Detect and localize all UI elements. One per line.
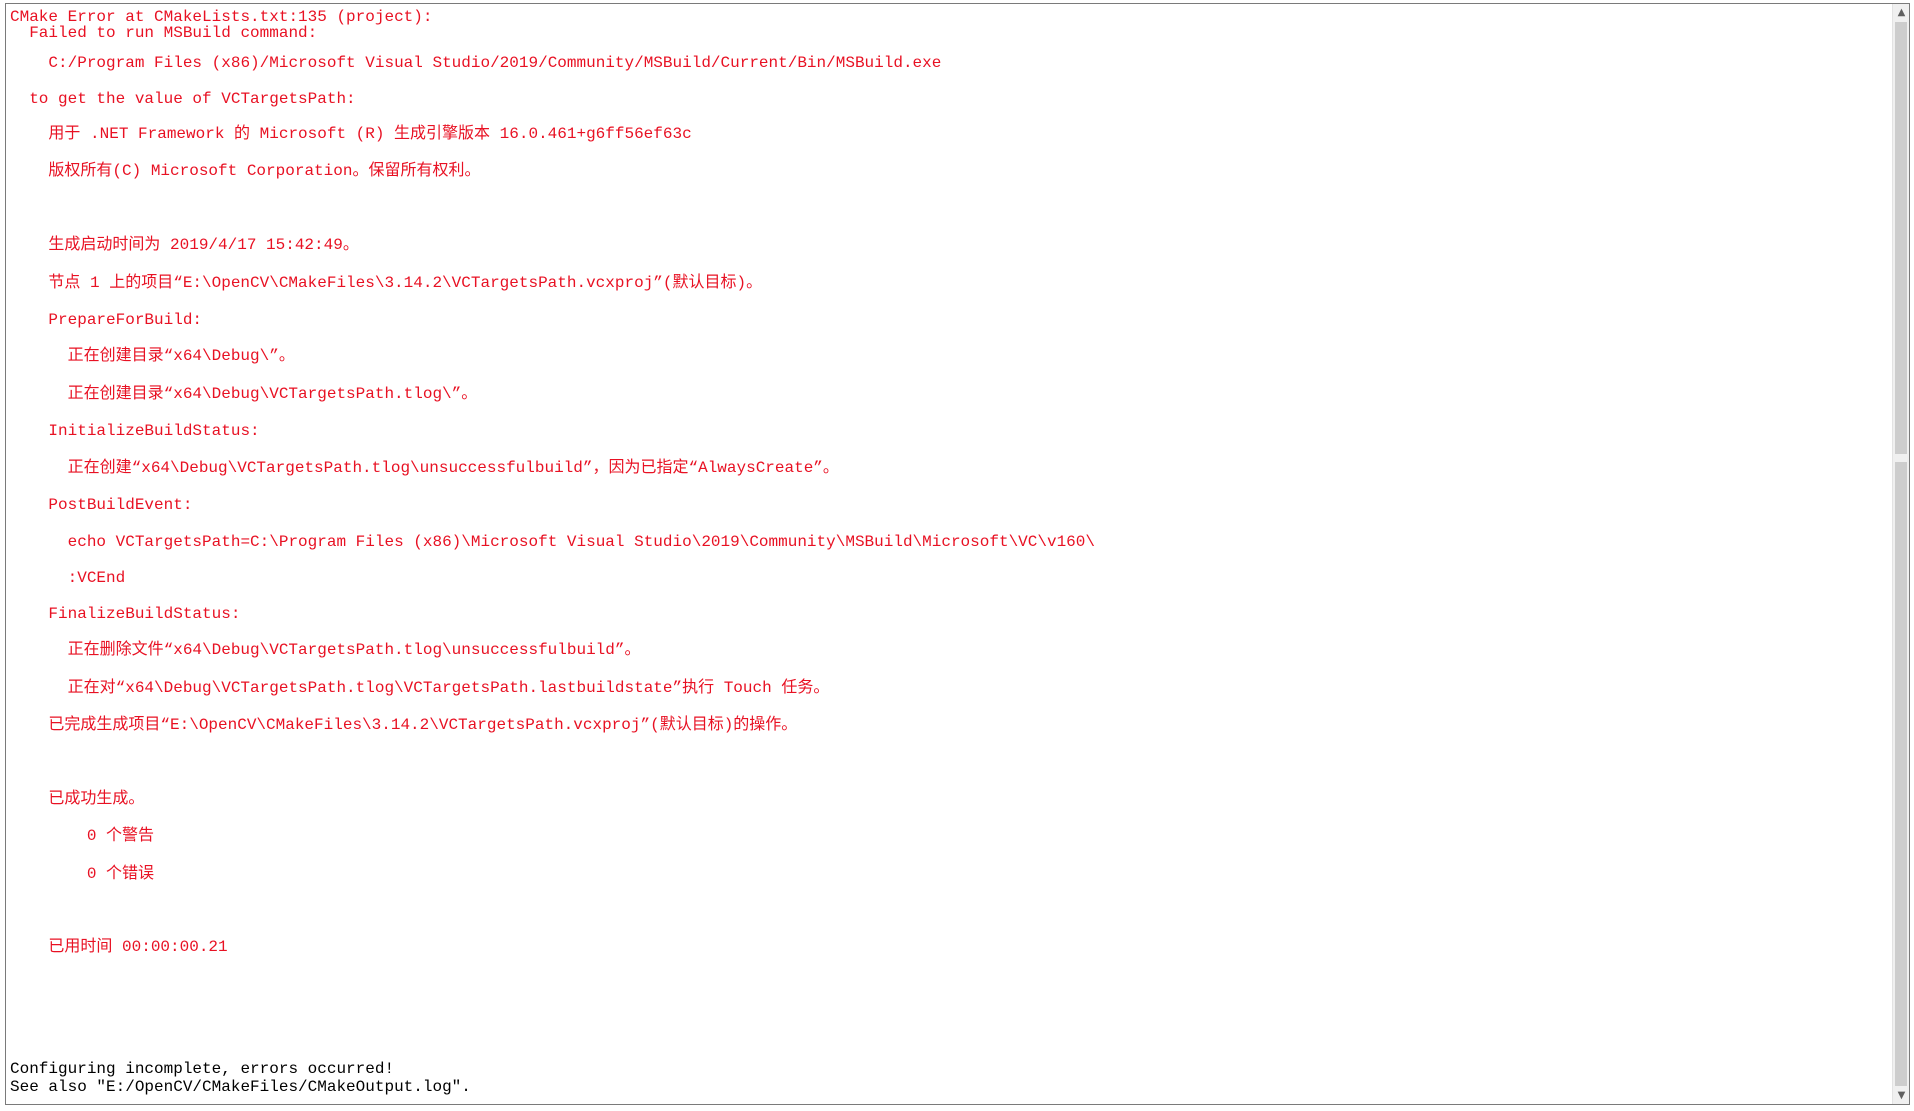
scroll-track-upper[interactable]: [1895, 22, 1907, 454]
log-line: 0 个错误: [10, 865, 155, 883]
cmake-output-window: CMake Error at CMakeLists.txt:135 (proje…: [5, 3, 1910, 1105]
log-line: 0 个警告: [10, 827, 155, 845]
log-line: PostBuildEvent:: [10, 496, 193, 514]
status-line: See also "E:/OpenCV/CMakeFiles/CMakeOutp…: [10, 1078, 471, 1096]
log-line: 生成启动时间为 2019/4/17 15:42:49。: [10, 236, 359, 254]
log-line: :VCEnd: [10, 569, 126, 587]
log-line: 正在创建“x64\Debug\VCTargetsPath.tlog\unsucc…: [10, 459, 839, 477]
scroll-down-icon[interactable]: ▼: [1893, 1087, 1909, 1104]
log-line: to get the value of VCTargetsPath:: [10, 90, 356, 108]
log-line: 版权所有(C) Microsoft Corporation。保留所有权利。: [10, 162, 481, 180]
log-line: 正在对“x64\Debug\VCTargetsPath.tlog\VCTarge…: [10, 679, 830, 697]
scroll-thumb[interactable]: [1895, 462, 1907, 1086]
log-line: Failed to run MSBuild command:: [10, 24, 318, 42]
log-line: FinalizeBuildStatus:: [10, 605, 241, 623]
vertical-scrollbar[interactable]: ▲ ▼: [1892, 4, 1909, 1104]
log-line: 正在创建目录“x64\Debug\VCTargetsPath.tlog\”。: [10, 385, 478, 403]
log-line: echo VCTargetsPath=C:\Program Files (x86…: [10, 533, 1095, 551]
scroll-up-icon[interactable]: ▲: [1893, 4, 1909, 21]
log-line: 用于 .NET Framework 的 Microsoft (R) 生成引擎版本…: [10, 125, 692, 143]
log-line: 已完成生成项目“E:\OpenCV\CMakeFiles\3.14.2\VCTa…: [10, 716, 798, 734]
log-line: 正在删除文件“x64\Debug\VCTargetsPath.tlog\unsu…: [10, 641, 641, 659]
log-line: PrepareForBuild:: [10, 311, 203, 329]
log-line: 已成功生成。: [10, 790, 145, 808]
log-line: 节点 1 上的项目“E:\OpenCV\CMakeFiles\3.14.2\VC…: [10, 274, 763, 292]
log-line: 已用时间 00:00:00.21: [10, 938, 228, 956]
status-line: Configuring incomplete, errors occurred!: [10, 1060, 395, 1078]
log-line: 正在创建目录“x64\Debug\”。: [10, 347, 295, 365]
log-line: InitializeBuildStatus:: [10, 422, 260, 440]
log-line: C:/Program Files (x86)/Microsoft Visual …: [10, 54, 942, 72]
output-log[interactable]: CMake Error at CMakeLists.txt:135 (proje…: [6, 4, 1891, 1104]
